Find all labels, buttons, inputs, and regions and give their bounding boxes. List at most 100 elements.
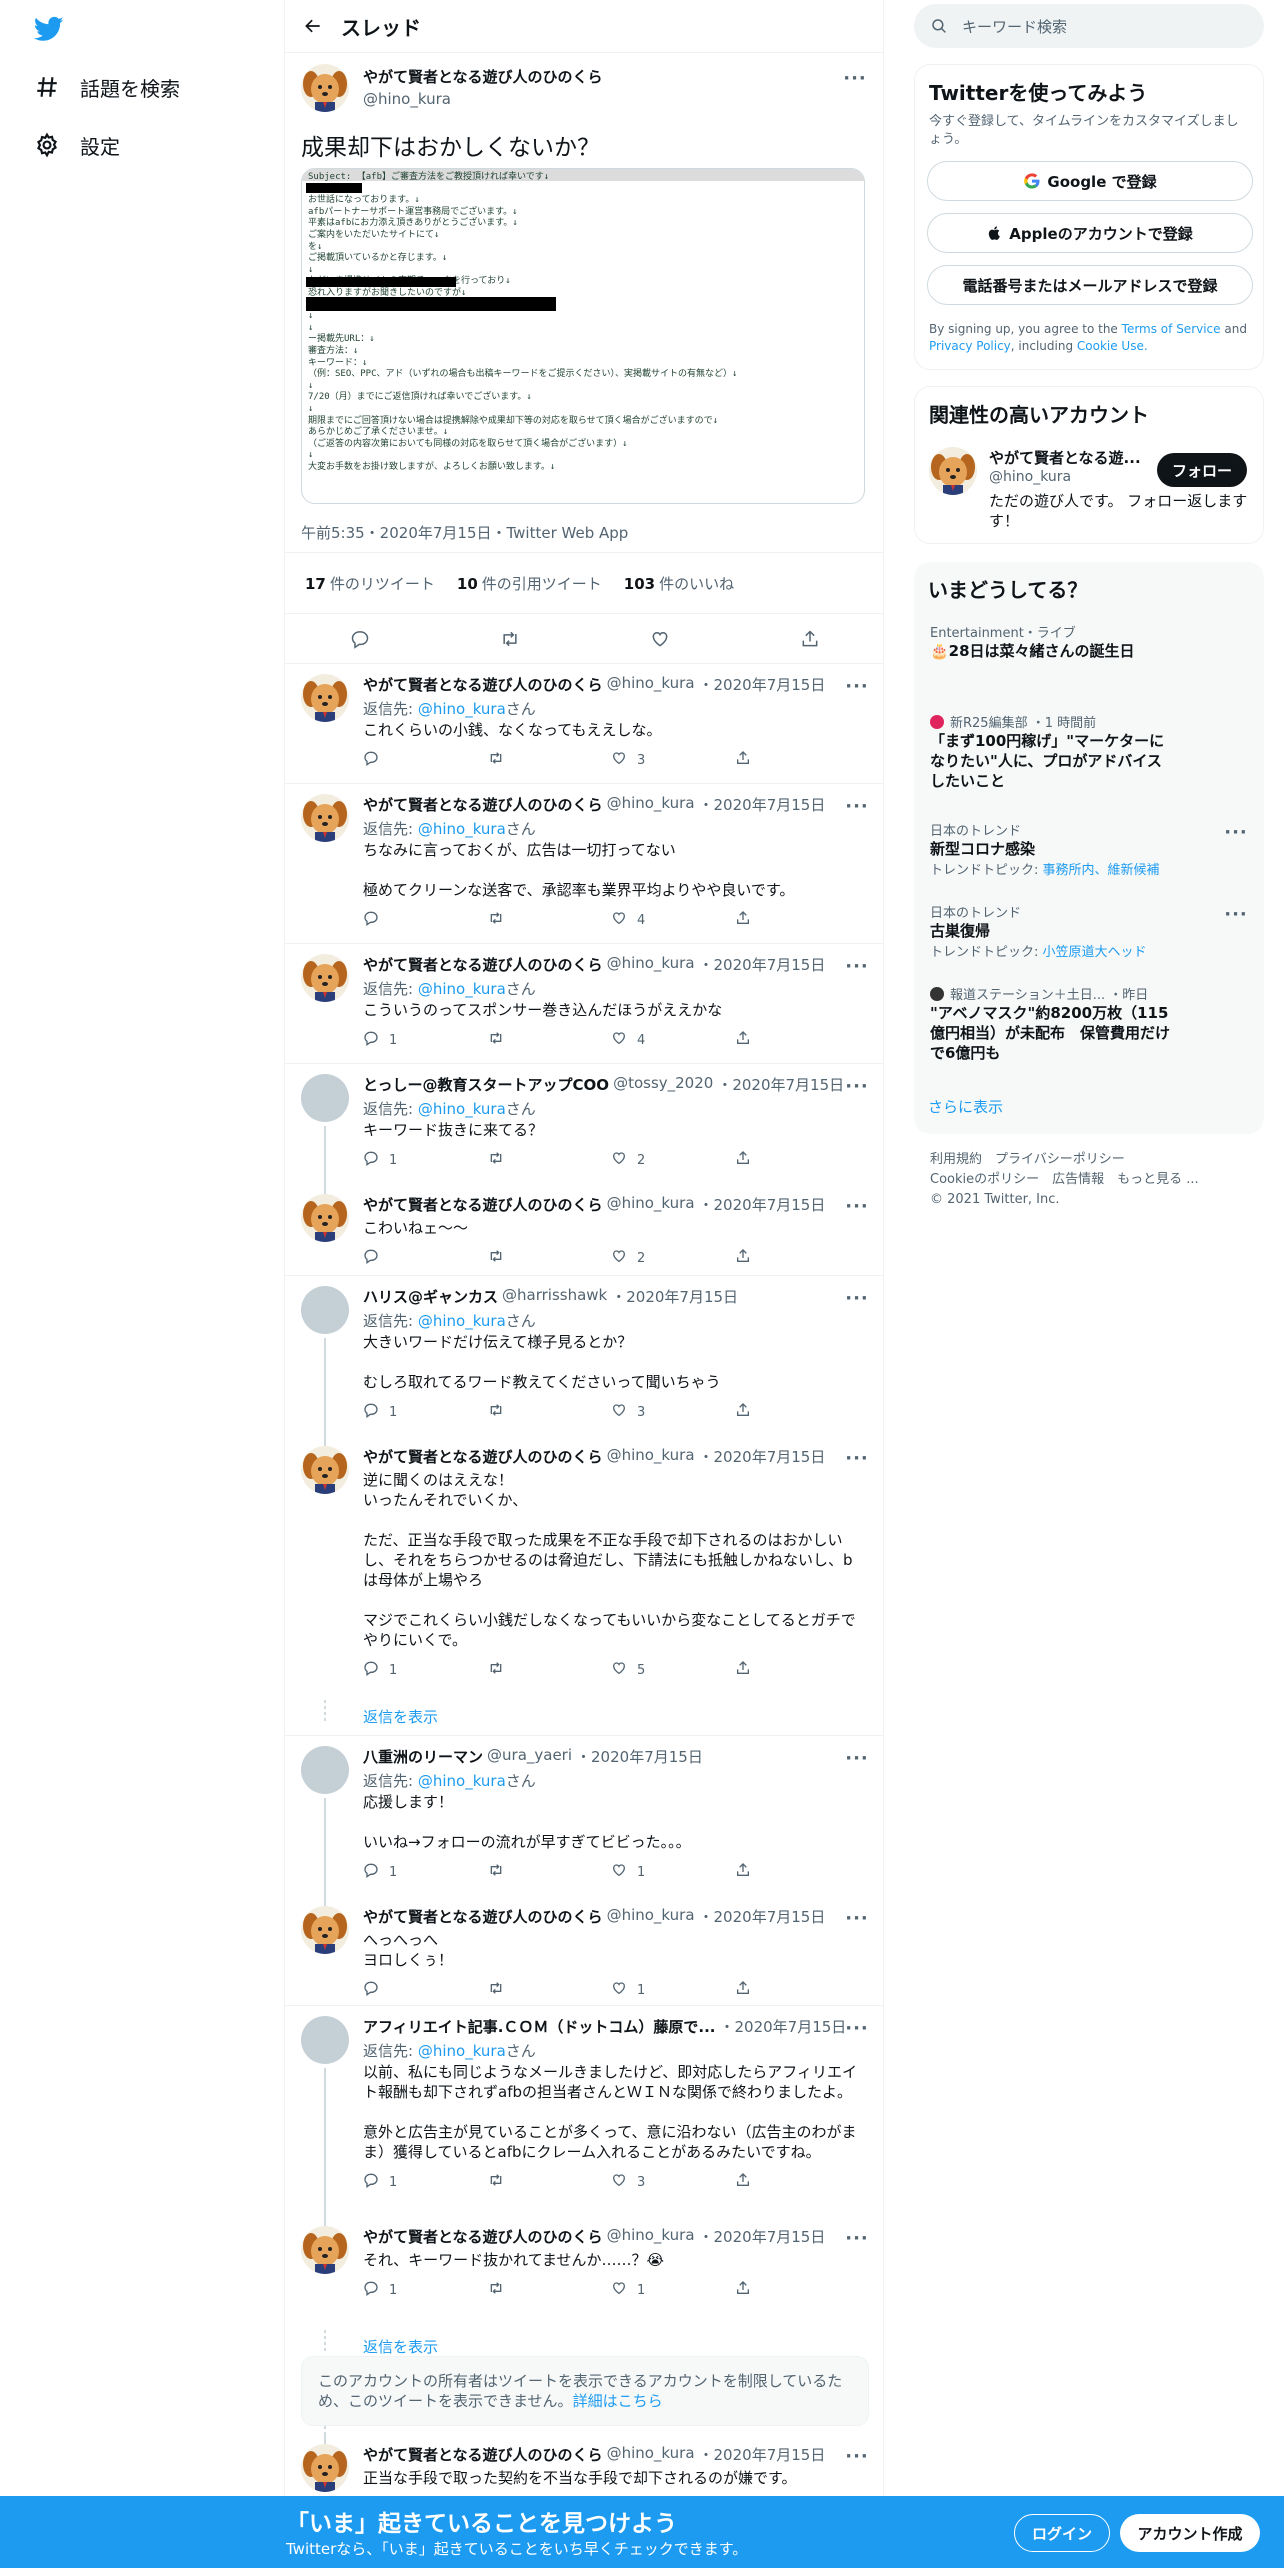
share-action[interactable] (735, 910, 859, 930)
like-stat[interactable]: 103 件のいいね (624, 573, 734, 594)
like-action[interactable]: 3 (611, 1402, 735, 1422)
author-handle[interactable]: @hino_kura (363, 90, 451, 108)
author-name[interactable]: とっしー@教育スタートアップCOO (363, 1074, 609, 1095)
avatar[interactable] (301, 2226, 349, 2274)
reply-tweet[interactable]: やがて賢者となる遊び人のひのくら @hino_kura ・2020年7月15日 ···… (285, 784, 883, 944)
footer-line-1[interactable]: 利用規約 プライバシーポリシー (930, 1150, 1199, 1170)
avatar[interactable] (301, 1286, 349, 1334)
trend-item[interactable]: 新R25編集部 ・1 時間前 「まず100円稼げ」"マーケターになりたい"人に、… (930, 712, 1248, 791)
author-handle[interactable]: @hino_kura (607, 2444, 695, 2465)
retweet-action[interactable] (487, 1030, 611, 1050)
trend-sub[interactable]: 小笠原道大ヘッド (1043, 945, 1147, 960)
retweet-action[interactable] (487, 1660, 611, 1680)
avatar[interactable] (301, 64, 349, 112)
phone-signup-button[interactable]: 電話番号またはメールアドレスで登録 (927, 265, 1253, 305)
author-handle[interactable]: @hino_kura (607, 1906, 695, 1927)
like-action[interactable]: 2 (611, 1150, 735, 1170)
signup-button[interactable]: アカウント作成 (1120, 2514, 1260, 2552)
tweet-timestamp[interactable]: 午前5:35・2020年7月15日・Twitter Web App (301, 522, 628, 543)
author-name[interactable]: アフィリエイト記事.ＣＯＭ（ドットコム）藤原で... (363, 2016, 716, 2037)
author-handle[interactable]: @hino_kura (607, 794, 695, 815)
retweet-action[interactable] (487, 1402, 611, 1422)
like-action[interactable]: 2 (611, 1248, 735, 1268)
more-options-icon[interactable]: ··· (845, 1906, 869, 1930)
google-signup-button[interactable]: Google で登録 (927, 161, 1253, 201)
reply-to-handle[interactable]: @hino_kura (418, 1312, 506, 1330)
show-replies-link[interactable]: 返信を表示 (363, 1706, 438, 1727)
reply-action[interactable] (363, 1248, 487, 1268)
reply-tweet[interactable]: とっしー@教育スタートアップCOO @tossy_2020 ・2020年7月15日 ·… (285, 1064, 883, 1184)
share-action[interactable] (735, 1248, 859, 1268)
author-name[interactable]: やがて賢者となる遊び人のひのくら (363, 794, 603, 815)
retweet-action[interactable] (487, 910, 611, 930)
reply-tweet[interactable]: やがて賢者となる遊び人のひのくら @hino_kura ・2020年7月15日 ···… (285, 664, 883, 784)
retweet-icon[interactable] (499, 628, 521, 650)
avatar[interactable] (301, 1446, 349, 1494)
share-action[interactable] (735, 1862, 859, 1882)
like-action[interactable]: 4 (611, 910, 735, 930)
search-box[interactable]: キーワード検索 (914, 4, 1264, 48)
reply-action[interactable]: 1 (363, 1402, 487, 1422)
share-action[interactable] (735, 1660, 859, 1680)
more-options-icon[interactable]: ··· (845, 1746, 869, 1770)
reply-action[interactable]: 1 (363, 1150, 487, 1170)
reply-to-handle[interactable]: @hino_kura (418, 820, 506, 838)
tweet-image[interactable]: Subject: 【afb】ご審査方法をご教授頂ければ幸いです↓ 様↓お世話にな… (301, 168, 865, 504)
more-options-icon[interactable]: ··· (845, 1074, 869, 1098)
retweet-action[interactable] (487, 1150, 611, 1170)
like-action[interactable]: 1 (611, 1980, 735, 2000)
reply-icon[interactable] (349, 628, 371, 650)
more-options-icon[interactable]: ··· (845, 2226, 869, 2250)
share-action[interactable] (735, 1150, 859, 1170)
author-name[interactable]: やがて賢者となる遊び人のひのくら (363, 674, 603, 695)
reply-tweet[interactable]: やがて賢者となる遊び人のひのくら @hino_kura ・2020年7月15日 ···… (285, 2216, 883, 2366)
login-button[interactable]: ログイン (1014, 2514, 1110, 2552)
tweet-date[interactable]: ・2020年7月15日 (699, 674, 826, 695)
tweet-date[interactable]: ・2020年7月15日 (699, 1446, 826, 1467)
retweet-action[interactable] (487, 2280, 611, 2300)
author-name[interactable]: やがて賢者となる遊び人のひのくら (363, 954, 603, 975)
more-options-icon[interactable]: ··· (845, 1286, 869, 1310)
author-handle[interactable]: @hino_kura (607, 1194, 695, 1215)
tweet-date[interactable]: ・2020年7月15日 (699, 1906, 826, 1927)
author-name[interactable]: 八重洲のリーマン (363, 1746, 483, 1767)
reply-action[interactable]: 1 (363, 2172, 487, 2192)
avatar[interactable] (301, 2016, 349, 2064)
author-name[interactable]: やがて賢者となる遊び人のひのくら (363, 2444, 603, 2465)
more-options-icon[interactable]: ··· (1224, 820, 1248, 844)
author-name[interactable]: ハリス@ギャンカス (363, 1286, 498, 1307)
reply-tweet[interactable]: やがて賢者となる遊び人のひのくら @hino_kura ・2020年7月15日 ···… (285, 1436, 883, 1736)
reply-tweet[interactable]: ハリス@ギャンカス @harrisshawk ・2020年7月15日 ··· 返信先: … (285, 1276, 883, 1436)
retweet-stat[interactable]: 17 件のリツイート (305, 573, 435, 594)
nav-explore[interactable]: 話題を検索 (30, 62, 180, 112)
tweet-date[interactable]: ・2020年7月15日 (699, 954, 826, 975)
avatar[interactable] (301, 674, 349, 722)
tweet-date[interactable]: ・2020年7月15日 (699, 2226, 826, 2247)
share-action[interactable] (735, 1030, 859, 1050)
privacy-link[interactable]: Privacy Policy (929, 339, 1011, 353)
more-options-icon[interactable]: ··· (845, 674, 869, 698)
avatar[interactable] (301, 2444, 349, 2492)
tweet-date[interactable]: ・2020年7月15日 (699, 1194, 826, 1215)
retweet-action[interactable] (487, 750, 611, 770)
share-action[interactable] (735, 2280, 859, 2300)
author-handle[interactable]: @hino_kura (607, 954, 695, 975)
follow-button[interactable]: フォロー (1157, 453, 1247, 487)
tweet-date[interactable]: ・2020年7月15日 (699, 794, 826, 815)
like-action[interactable]: 3 (611, 750, 735, 770)
author-name[interactable]: やがて賢者となる遊び人のひのくら (363, 1446, 603, 1467)
trend-item[interactable]: 報道ステーション＋土日... ・昨日 "アベノマスク"約8200万枚（115億円… (930, 984, 1248, 1063)
trend-sub[interactable]: 事務所内、維新候補 (1043, 863, 1160, 878)
more-options-icon[interactable]: ··· (1224, 902, 1248, 926)
author-name[interactable]: やがて賢者となる遊び人のひのくら (363, 1906, 603, 1927)
nav-settings[interactable]: 設定 (30, 120, 120, 170)
share-action[interactable] (735, 1980, 859, 2000)
share-action[interactable] (735, 1402, 859, 1422)
author-handle[interactable]: @hino_kura (607, 674, 695, 695)
reply-to-handle[interactable]: @hino_kura (418, 1772, 506, 1790)
like-action[interactable]: 5 (611, 1660, 735, 1680)
like-action[interactable]: 3 (611, 2172, 735, 2192)
more-options-icon[interactable]: ··· (845, 1446, 869, 1470)
trend-item[interactable]: 日本のトレンド 古巣復帰 トレンドトピック: 小笠原道大ヘッド ··· (930, 902, 1248, 961)
reply-action[interactable]: 1 (363, 2280, 487, 2300)
